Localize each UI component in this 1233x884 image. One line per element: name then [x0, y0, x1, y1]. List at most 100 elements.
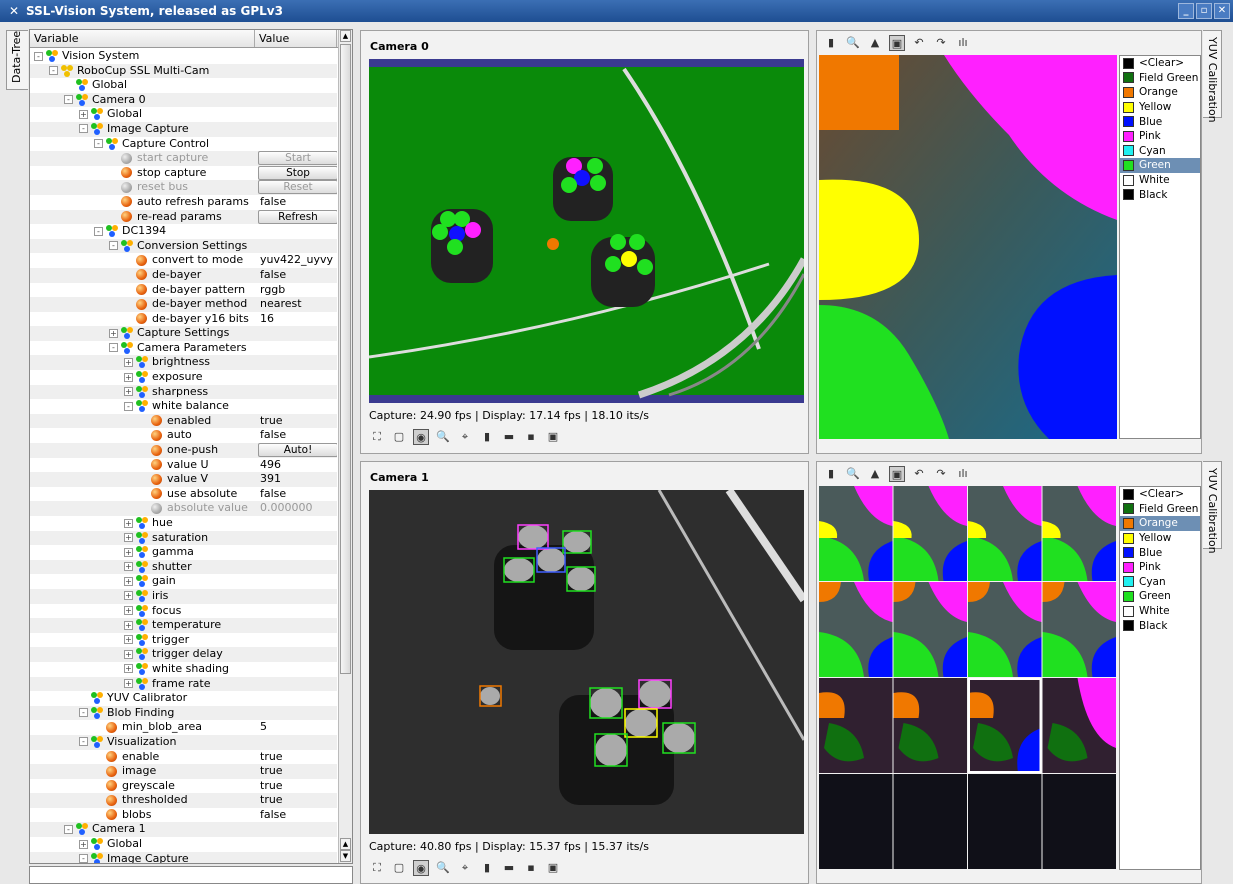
zoom-icon[interactable]: 🔍 [435, 429, 451, 445]
tree-row-value[interactable]: false [260, 487, 286, 501]
collapse-icon[interactable]: - [124, 401, 133, 411]
tree-row[interactable]: image true [30, 764, 337, 779]
tree-row[interactable]: enable true [30, 750, 337, 765]
tree-row[interactable]: + white shading [30, 662, 337, 677]
tree-row[interactable]: - DC1394 [30, 224, 337, 239]
palette-icon[interactable]: ▲ [867, 35, 883, 51]
minimize-button[interactable]: _ [1178, 3, 1194, 19]
legend-item[interactable]: Orange [1120, 516, 1200, 531]
tree-row-value[interactable]: 391 [260, 472, 281, 486]
zoom-icon[interactable]: 🔍 [435, 860, 451, 876]
tree-row[interactable]: + brightness [30, 355, 337, 371]
lut-tile[interactable] [968, 486, 1042, 581]
tree-row[interactable]: de-bayer y16 bits 16 [30, 312, 337, 327]
tree-row[interactable]: auto refresh params false [30, 195, 337, 210]
view-icon[interactable]: ▣ [889, 35, 905, 51]
collapse-icon[interactable]: - [34, 51, 43, 61]
tab-yuv-calibration-0[interactable]: YUV Calibration [1203, 30, 1222, 123]
lut-tile[interactable] [1042, 486, 1117, 581]
record-icon[interactable]: ◉ [413, 429, 429, 445]
tree-row[interactable]: - Image Capture [30, 851, 337, 863]
collapse-icon[interactable]: - [79, 708, 88, 718]
tree-row[interactable]: blobs false [30, 808, 337, 823]
lut-tile[interactable] [1042, 678, 1117, 773]
close-button[interactable]: ✕ [1214, 3, 1230, 19]
tree-row-value[interactable]: nearest [260, 297, 302, 311]
legend-item[interactable]: White [1120, 173, 1200, 188]
collapse-icon[interactable]: - [109, 241, 118, 251]
tree-row[interactable]: - Camera 0 [30, 92, 337, 108]
tree-row[interactable]: start capture Start [30, 151, 337, 166]
color-icon[interactable]: ▬ [501, 860, 517, 876]
tree-row[interactable]: absolute value 0.000000 [30, 501, 337, 516]
legend-item[interactable]: Yellow [1120, 100, 1200, 115]
tree-row[interactable]: - RoboCup SSL Multi-Cam [30, 63, 337, 79]
expand-icon[interactable]: + [124, 562, 133, 572]
expand-icon[interactable]: + [79, 109, 88, 119]
legend-item[interactable]: Pink [1120, 129, 1200, 144]
lut-tile[interactable] [1042, 582, 1117, 677]
view-icon[interactable]: ▣ [889, 466, 905, 482]
histogram-icon[interactable]: ılı [955, 466, 971, 482]
expand-icon[interactable]: + [124, 357, 133, 367]
yuv-lut-view-0[interactable] [819, 55, 1117, 439]
collapse-icon[interactable]: - [109, 343, 118, 353]
lut-tile[interactable] [893, 774, 968, 869]
window-icon[interactable]: ▢ [391, 860, 407, 876]
tree-row[interactable]: - white balance [30, 399, 337, 414]
tree-row-value[interactable]: false [260, 808, 286, 822]
tree-row[interactable]: + Global [30, 107, 337, 122]
tree-row[interactable]: - Capture Control [30, 137, 337, 152]
lut-tile[interactable] [893, 582, 968, 677]
tree-row-value[interactable]: rggb [260, 283, 285, 297]
column-header-variable[interactable]: Variable [30, 30, 255, 47]
undo-icon[interactable]: ↶ [911, 35, 927, 51]
legend-item[interactable]: Black [1120, 618, 1200, 633]
legend-item[interactable]: White [1120, 604, 1200, 619]
tree-row[interactable]: + trigger delay [30, 647, 337, 662]
tree-row[interactable]: auto false [30, 428, 337, 443]
tree-action-button[interactable]: Reset [258, 180, 337, 195]
collapse-icon[interactable]: - [94, 226, 103, 236]
tree-row[interactable]: de-bayer pattern rggb [30, 283, 337, 298]
tree-action-button[interactable]: Auto! [258, 443, 337, 458]
marker-icon[interactable]: ▪ [523, 860, 539, 876]
save-icon[interactable]: ▣ [545, 429, 561, 445]
expand-icon[interactable]: + [124, 635, 133, 645]
legend-item[interactable]: <Clear> [1120, 487, 1200, 502]
tree-row[interactable]: min_blob_area 5 [30, 720, 337, 735]
collapse-icon[interactable]: - [49, 66, 58, 76]
legend-item[interactable]: <Clear> [1120, 56, 1200, 71]
legend-item[interactable]: Cyan [1120, 575, 1200, 590]
tree-row[interactable]: de-bayer false [30, 267, 337, 283]
undo-icon[interactable]: ↶ [911, 466, 927, 482]
tree-row[interactable]: one-push Auto! [30, 443, 337, 458]
tree-row[interactable]: + gamma [30, 545, 337, 560]
camera-0-view[interactable] [369, 59, 804, 403]
tree-action-button[interactable]: Refresh [258, 209, 337, 224]
tree-row[interactable]: - Conversion Settings [30, 238, 337, 254]
legend-item[interactable]: Pink [1120, 560, 1200, 575]
expand-icon[interactable]: + [124, 606, 133, 616]
tree-row[interactable]: + focus [30, 604, 337, 619]
tree-row-value[interactable]: 0.000000 [260, 501, 313, 515]
legend-item[interactable]: Blue [1120, 545, 1200, 560]
expand-icon[interactable]: + [109, 328, 118, 338]
window-icon[interactable]: ▢ [391, 429, 407, 445]
expand-icon[interactable]: + [124, 664, 133, 674]
scroll-down-arrow[interactable]: ▲ [340, 838, 351, 850]
tree-row-value[interactable]: yuv422_uyvy [260, 253, 333, 267]
lut-tile[interactable] [819, 774, 893, 869]
restore-button[interactable]: ▫ [1196, 3, 1212, 19]
book-icon[interactable]: ▮ [823, 35, 839, 51]
column-header-value[interactable]: Value [255, 30, 337, 47]
tree-row[interactable]: use absolute false [30, 487, 337, 502]
lut-tile[interactable] [1042, 774, 1117, 869]
redo-icon[interactable]: ↷ [933, 35, 949, 51]
tree-row-value[interactable]: false [260, 428, 286, 442]
collapse-icon[interactable]: - [79, 737, 88, 747]
tree-row[interactable]: + shutter [30, 559, 337, 575]
tree-row[interactable]: + iris [30, 588, 337, 604]
lut-tile[interactable] [968, 774, 1042, 869]
fullscreen-icon[interactable]: ⛶ [369, 429, 385, 445]
